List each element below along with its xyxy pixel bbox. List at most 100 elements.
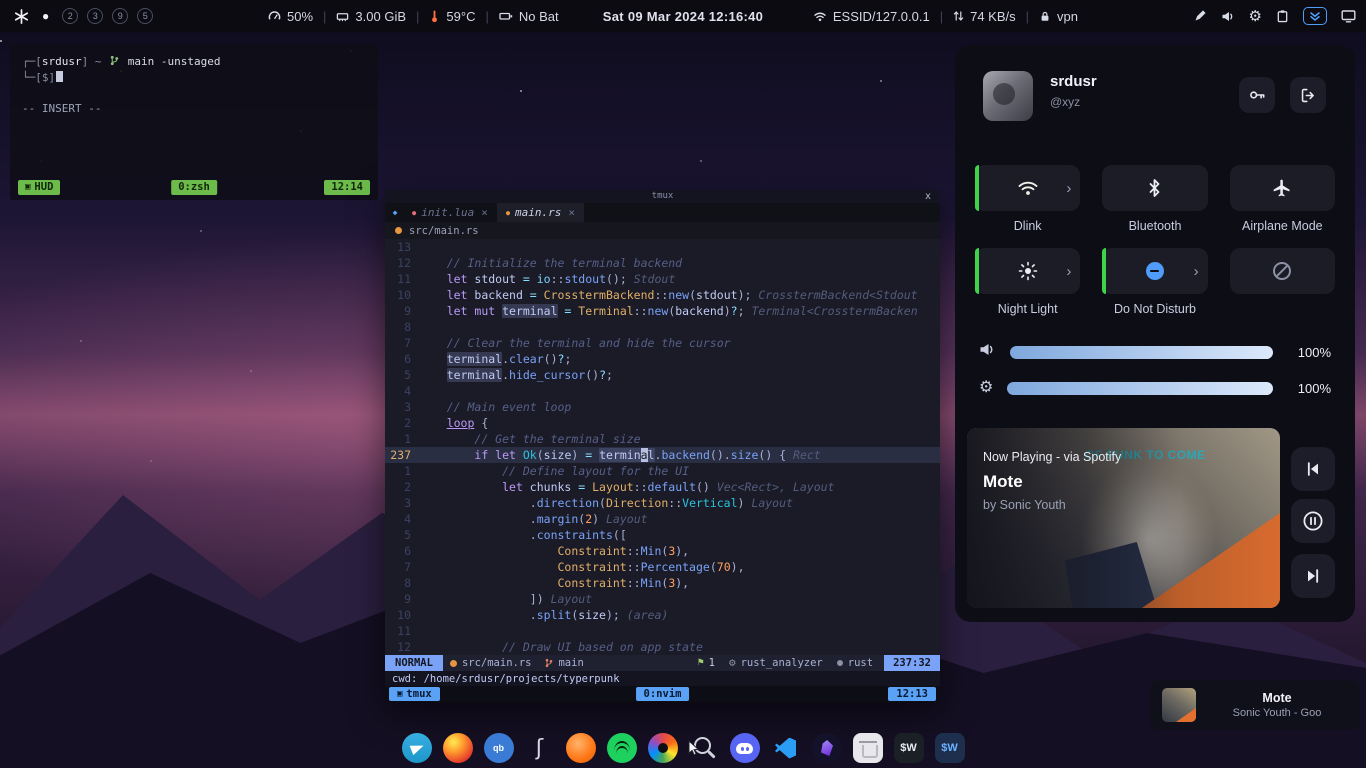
dock-app-qbittorrent[interactable]: qb	[484, 733, 514, 763]
volume-slider[interactable]	[1010, 346, 1273, 359]
mouse-cursor	[688, 740, 701, 762]
dock-app-photos[interactable]	[648, 733, 678, 763]
window-title: tmux	[652, 191, 674, 201]
code-line: 3 // Main event loop	[385, 399, 940, 415]
dock-app-spotify[interactable]	[607, 733, 637, 763]
notification-album-art	[1162, 688, 1196, 722]
terminal-input-line[interactable]: └─[$]	[22, 70, 366, 85]
desktop: ● 2395 50% | 3.00 GiB | 59°C | No Bat	[0, 0, 1366, 768]
workspaces: 2395	[62, 8, 153, 24]
tmux-window-badge[interactable]: 0:zsh	[171, 180, 217, 195]
gear-icon[interactable]: ⚙	[1249, 9, 1262, 24]
code-line: 11 let stdout = io::stdout(); Stdout	[385, 271, 940, 287]
code-line: 1 // Get the terminal size	[385, 431, 940, 447]
chevron-right-icon[interactable]: ›	[1066, 181, 1071, 196]
terminal-tmux-bar: ▣HUD 0:zsh 12:14	[18, 180, 370, 195]
dock-app-obsidian[interactable]	[812, 733, 842, 763]
code-line: 7 // Clear the terminal and hide the cur…	[385, 335, 940, 351]
cursor-position-segment: 237:32	[884, 655, 940, 671]
dock-app-discord[interactable]	[730, 733, 760, 763]
tmux-session-badge[interactable]: ▣tmux	[389, 687, 440, 701]
code-line: 10 let backend = CrosstermBackend::new(s…	[385, 287, 940, 303]
tmux-clock-badge: 12:14	[324, 180, 370, 195]
avatar[interactable]	[983, 71, 1033, 121]
code-lines[interactable]: 1312 // Initialize the terminal backend1…	[385, 239, 940, 655]
code-line: 7 Constraint::Percentage(70),	[385, 559, 940, 575]
chevron-right-icon[interactable]: ›	[1194, 264, 1199, 279]
next-track-button[interactable]	[1291, 554, 1335, 598]
dock-app-sw-blue[interactable]: $W	[935, 733, 965, 763]
code-line: 3 .direction(Direction::Vertical) Layout	[385, 495, 940, 511]
clipboard-icon[interactable]	[1276, 9, 1289, 23]
network-speed: 74 KB/s	[953, 9, 1016, 24]
tab-close-icon[interactable]: ×	[481, 205, 488, 221]
workspace-indicator[interactable]: 5	[137, 8, 153, 24]
quick-toggles: › Dlink Bluetooth Airplane Mode	[975, 165, 1335, 317]
toggle-night-light[interactable]: ›	[975, 248, 1080, 294]
flag-icon: ⚑	[698, 655, 704, 671]
workspace-indicator[interactable]: 9	[112, 8, 128, 24]
code-line: 2 loop {	[385, 415, 940, 431]
tab-close-icon[interactable]: ×	[568, 205, 575, 221]
workspace-active[interactable]: ●	[42, 9, 49, 23]
git-branch-icon	[545, 658, 553, 668]
brightness-slider[interactable]	[1007, 382, 1273, 395]
tmux-session-badge[interactable]: ▣HUD	[18, 180, 60, 195]
dock-app-vscode[interactable]	[771, 733, 801, 763]
workspace-indicator[interactable]: 3	[87, 8, 103, 24]
previous-track-button[interactable]	[1291, 447, 1335, 491]
dock-app-firefox[interactable]	[443, 733, 473, 763]
toggle-airplane-mode[interactable]	[1230, 165, 1335, 211]
window-close-button[interactable]: x	[925, 190, 931, 203]
gear-icon: ⚙	[729, 655, 736, 671]
blocked-icon	[1273, 262, 1291, 280]
vpn-status: vpn	[1039, 9, 1078, 24]
code-line: 4	[385, 383, 940, 399]
chevron-right-icon[interactable]: ›	[1066, 264, 1071, 279]
terminal-window: ┌─[srdusr] ~ main -unstaged └─[$] -- INS…	[10, 44, 378, 200]
code-line: 5 .constraints([	[385, 527, 940, 543]
dock-app-telegram[interactable]	[402, 733, 432, 763]
workspace-indicator[interactable]: 2	[62, 8, 78, 24]
dock-app-hook-app[interactable]: ʃ	[525, 733, 555, 763]
dock-app-sw-dark[interactable]: $W	[894, 733, 924, 763]
clock[interactable]: Sat 09 Mar 2024 12:16:40	[603, 0, 763, 32]
code-line: 13	[385, 239, 940, 255]
code-line: 237 if let Ok(size) = terminal.backend()…	[385, 447, 940, 463]
terminal-cursor	[56, 71, 63, 82]
now-playing-card[interactable]: OF PUNK TO COME Now Playing - via Spotif…	[967, 428, 1280, 608]
chevron-double-down-icon[interactable]	[1303, 7, 1327, 25]
logo-icon[interactable]	[14, 9, 29, 24]
logout-icon	[1300, 87, 1317, 104]
speaker-icon[interactable]	[1221, 10, 1235, 23]
play-pause-button[interactable]	[1291, 499, 1335, 543]
toggle-blocked[interactable]	[1230, 248, 1335, 294]
diagnostics-segment: ⚑ 1	[691, 655, 722, 671]
window-titlebar: tmux x	[385, 190, 940, 203]
key-icon	[1248, 86, 1266, 104]
system-stats: 50% | 3.00 GiB | 59°C | No Bat	[268, 0, 559, 32]
toggle-do-not-disturb[interactable]: ›	[1102, 248, 1207, 294]
password-key-button[interactable]	[1239, 77, 1275, 113]
dock-app-orange-app[interactable]	[566, 733, 596, 763]
brush-icon[interactable]	[1193, 9, 1207, 23]
cpu-icon	[268, 10, 281, 23]
dock-app-trash[interactable]	[853, 733, 883, 763]
lsp-segment: ⚙ rust_analyzer	[722, 655, 830, 671]
logout-button[interactable]	[1290, 77, 1326, 113]
tab-init-lua[interactable]: ● init.lua ×	[403, 203, 497, 222]
tmux-clock-badge: 12:13	[888, 687, 936, 701]
updown-arrows-icon	[953, 10, 964, 22]
tmux-window-badge[interactable]: 0:nvim	[636, 687, 690, 701]
toggle-wifi[interactable]: ›	[975, 165, 1080, 211]
notification[interactable]: Mote Sonic Youth - Goo	[1150, 680, 1360, 730]
code-line: 8	[385, 319, 940, 335]
toggle-bluetooth[interactable]	[1102, 165, 1207, 211]
memory-icon	[336, 10, 349, 23]
lock-icon	[1039, 10, 1051, 23]
layout-icon[interactable]	[1341, 9, 1356, 23]
tab-main-rs[interactable]: ● main.rs ×	[497, 203, 584, 222]
cpu-stat: 50%	[268, 9, 313, 24]
modified-dot-icon: ●	[412, 205, 416, 221]
network-status: ESSID/127.0.0.1 | 74 KB/s | vpn	[813, 0, 1078, 32]
